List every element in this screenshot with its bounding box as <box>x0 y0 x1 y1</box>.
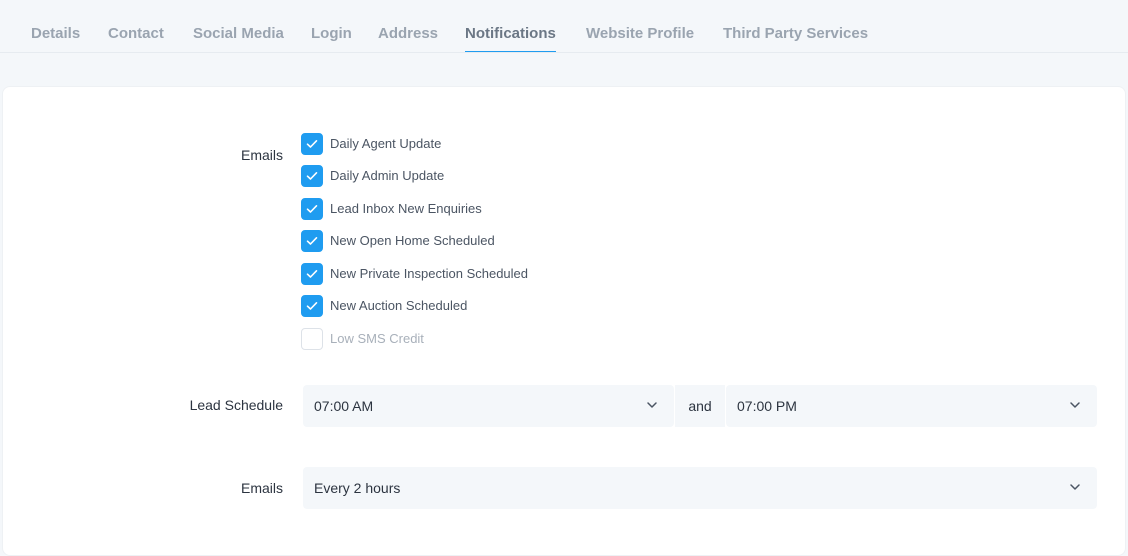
checkbox[interactable] <box>301 295 323 317</box>
option-lead-inbox-new-enquiries[interactable]: Lead Inbox New Enquiries <box>301 198 482 220</box>
chevron-down-icon <box>1070 484 1080 490</box>
checkbox[interactable] <box>301 230 323 252</box>
checkbox[interactable] <box>301 133 323 155</box>
chevron-down-icon <box>1070 402 1080 408</box>
checkbox[interactable] <box>301 328 323 350</box>
chevron-down-icon <box>647 402 657 408</box>
tab-details[interactable]: Details <box>31 25 80 51</box>
checkbox-label: New Open Home Scheduled <box>330 233 495 248</box>
check-icon <box>306 172 318 180</box>
select-value: Every 2 hours <box>314 480 401 496</box>
option-low-sms-credit[interactable]: Low SMS Credit <box>301 328 424 350</box>
checkbox[interactable] <box>301 198 323 220</box>
checkbox[interactable] <box>301 165 323 187</box>
tab-address[interactable]: Address <box>378 25 438 51</box>
check-icon <box>306 237 318 245</box>
lead-schedule-label: Lead Schedule <box>189 397 283 413</box>
checkbox-label: New Private Inspection Scheduled <box>330 266 529 281</box>
check-icon <box>306 302 318 310</box>
schedule-connector: and <box>674 385 726 427</box>
emails-label: Emails <box>240 147 283 163</box>
option-new-open-home-scheduled[interactable]: New Open Home Scheduled <box>301 230 495 252</box>
option-new-private-inspection-scheduled[interactable]: New Private Inspection Scheduled <box>301 263 528 285</box>
select-value: 07:00 PM <box>737 398 797 414</box>
tab-notifications[interactable]: Notifications <box>465 25 556 52</box>
checkbox-label: Low SMS Credit <box>330 331 424 346</box>
tab-social-media[interactable]: Social Media <box>193 25 284 51</box>
check-icon <box>306 270 318 278</box>
emails-frequency-select[interactable]: Every 2 hours <box>303 467 1097 509</box>
checkbox-label: Daily Agent Update <box>330 136 442 151</box>
checkbox-label: Lead Inbox New Enquiries <box>330 201 482 216</box>
tab-website-profile[interactable]: Website Profile <box>586 25 694 51</box>
tab-bar: Details Contact Social Media Login Addre… <box>0 0 1128 53</box>
option-daily-agent-update[interactable]: Daily Agent Update <box>301 133 441 155</box>
option-new-auction-scheduled[interactable]: New Auction Scheduled <box>301 295 467 317</box>
checkbox-label: Daily Admin Update <box>330 168 445 183</box>
check-icon <box>306 140 318 148</box>
tab-third-party-services[interactable]: Third Party Services <box>723 25 868 51</box>
lead-schedule-start-select[interactable]: 07:00 AM <box>303 385 674 427</box>
select-value: 07:00 AM <box>314 398 374 414</box>
lead-schedule-end-select[interactable]: 07:00 PM <box>726 385 1097 427</box>
check-icon <box>306 205 318 213</box>
tab-contact[interactable]: Contact <box>108 25 164 51</box>
checkbox[interactable] <box>301 263 323 285</box>
option-daily-admin-update[interactable]: Daily Admin Update <box>301 165 444 187</box>
emails-frequency-label: Emails <box>240 480 283 496</box>
checkbox-label: New Auction Scheduled <box>330 298 468 313</box>
tab-login[interactable]: Login <box>311 25 352 51</box>
